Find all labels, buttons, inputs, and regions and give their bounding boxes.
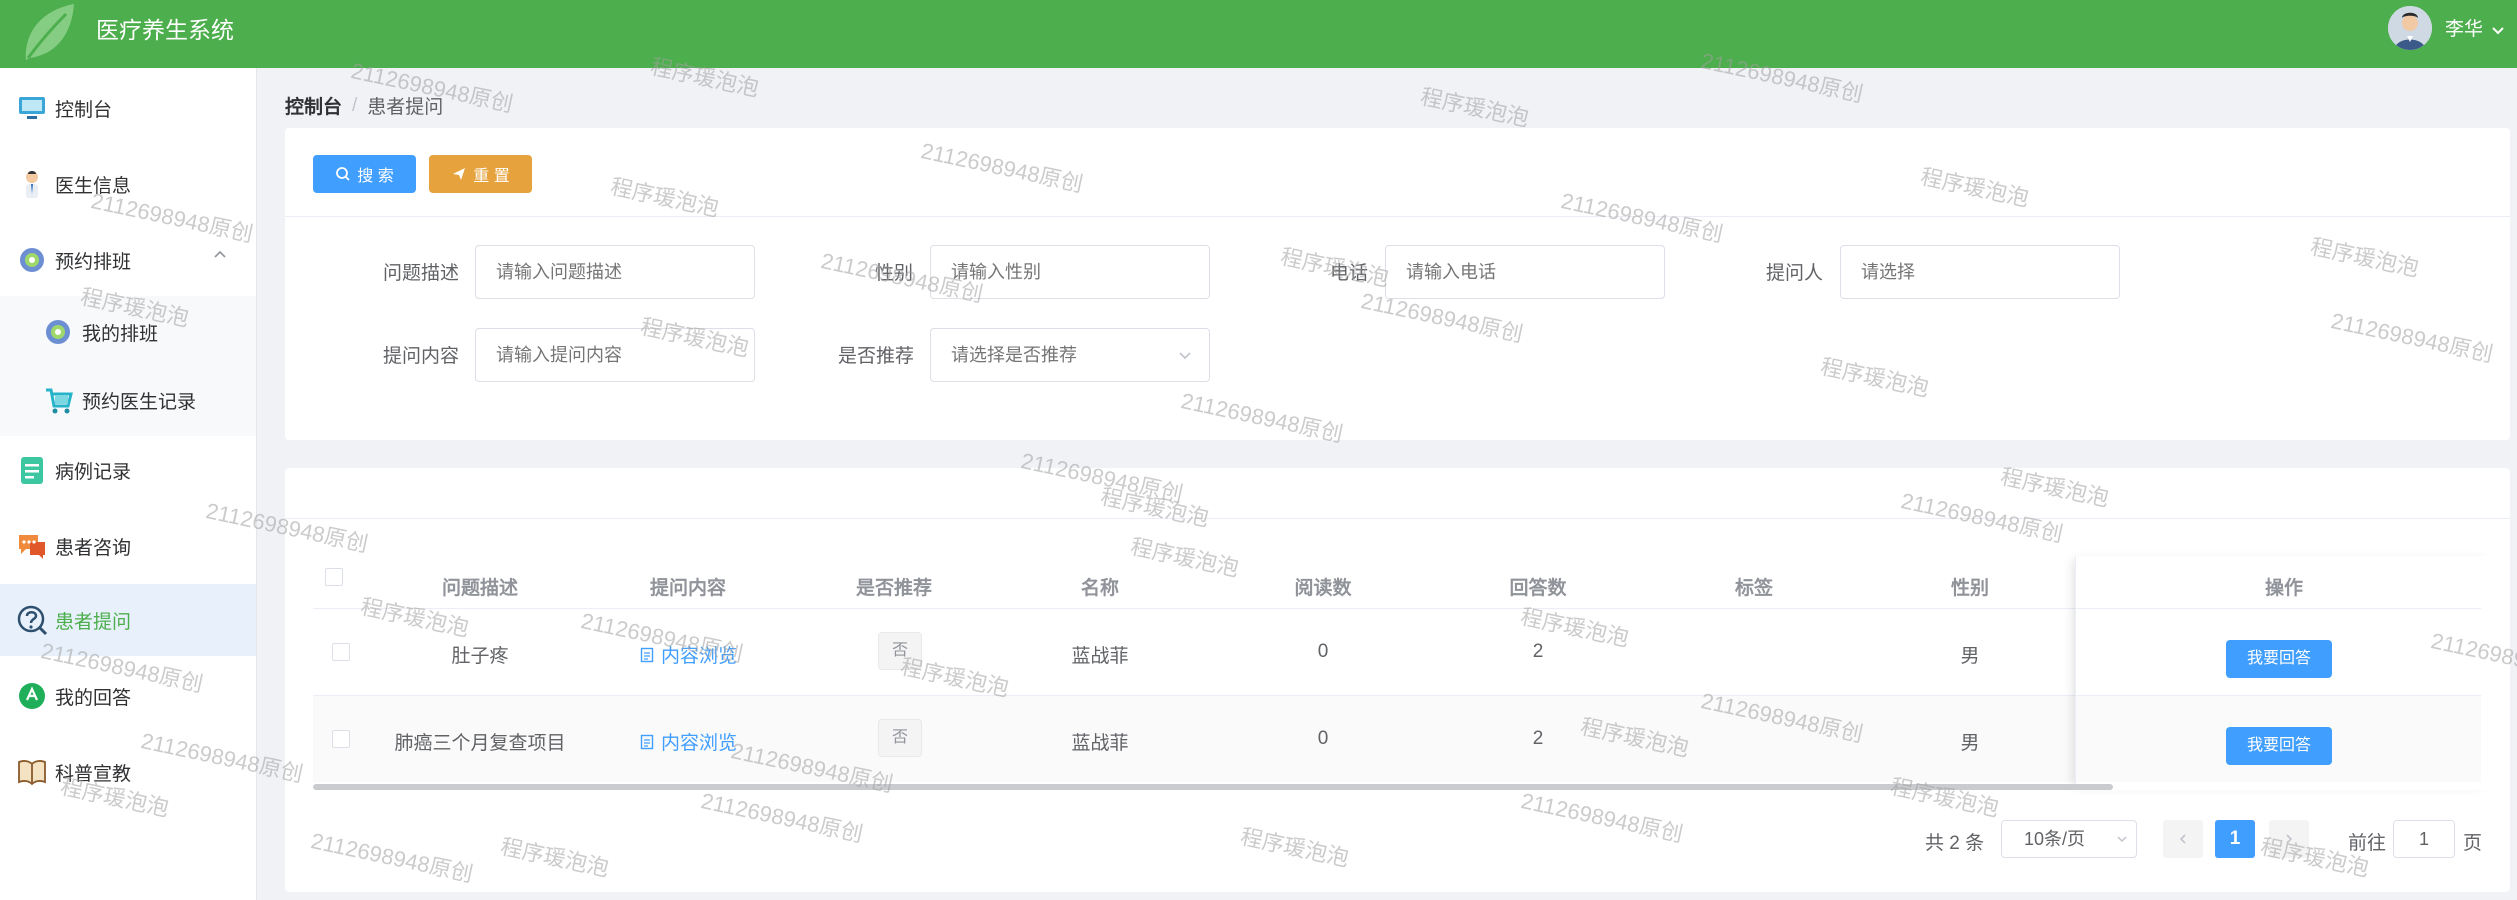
chevron-up-icon[interactable]	[212, 246, 228, 262]
breadcrumb-home[interactable]: 控制台	[285, 92, 342, 119]
chevron-down-icon[interactable]	[2115, 832, 2129, 846]
breadcrumb: 控制台 / 患者提问	[285, 92, 443, 119]
sidebar-item-my-schedule[interactable]: 我的排班	[0, 296, 256, 368]
page-unit-label: 页	[2463, 833, 2483, 854]
asker-label: 提问人	[1766, 263, 1824, 284]
recommended-label: 是否推荐	[838, 346, 915, 367]
gear-icon	[46, 320, 70, 344]
content-view-link[interactable]: 内容浏览	[585, 728, 791, 755]
sidebar-item-label: 预约医生记录	[82, 391, 197, 413]
chat-icon	[19, 535, 45, 559]
cell-answers: 2	[1532, 641, 1544, 662]
sidebar-item-label: 患者咨询	[55, 537, 132, 559]
content-view-link[interactable]: 内容浏览	[585, 641, 791, 668]
book-icon	[18, 760, 46, 786]
sidebar-item-label: 医生信息	[55, 175, 132, 197]
goto-page-input[interactable]: 1	[2393, 820, 2455, 858]
cell-question-desc: 肺癌三个月复查项目	[394, 733, 566, 754]
row-checkbox[interactable]	[332, 730, 350, 748]
cell-gender: 男	[1960, 646, 1980, 667]
sidebar-item-my-answers[interactable]: 我的回答	[0, 660, 256, 732]
sidebar-item-label: 患者提问	[55, 611, 132, 633]
breadcrumb-current: 患者提问	[367, 97, 444, 118]
answer-icon	[19, 683, 45, 709]
search-button-label: 搜 索	[357, 168, 394, 185]
cell-reads: 0	[1317, 728, 1329, 749]
table-panel: 问题描述 提问内容 是否推荐 名称 阅读数 回答数 标签 性别 操作 肚子疼 内…	[285, 468, 2510, 892]
document-icon	[640, 647, 654, 662]
send-icon	[453, 168, 466, 180]
watermark-text: 程序瑗泡泡	[1418, 83, 1532, 132]
avatar-person-icon	[2388, 6, 2432, 50]
recommended-select[interactable]	[930, 328, 1210, 382]
row-checkbox[interactable]	[332, 643, 350, 661]
search-button[interactable]: 搜 索	[313, 155, 416, 193]
sidebar-item-doctor-info[interactable]: 医生信息	[0, 148, 256, 220]
question-content-input[interactable]	[475, 328, 755, 382]
sidebar-item-label: 我的回答	[55, 687, 132, 709]
top-header: 医疗养生系统 李华	[0, 0, 2517, 68]
sidebar-item-label: 科普宣教	[55, 763, 132, 785]
gear-icon	[20, 248, 44, 272]
monitor-icon	[19, 97, 45, 119]
chevron-left-icon	[2179, 834, 2186, 844]
reset-button-label: 重 置	[473, 168, 510, 185]
sidebar-item-label: 控制台	[55, 99, 113, 121]
sidebar-item-patient-questions[interactable]: 患者提问	[0, 584, 256, 656]
cart-icon	[46, 388, 73, 414]
question-icon	[17, 605, 48, 636]
sidebar-item-patient-consult[interactable]: 患者咨询	[0, 510, 256, 582]
phone-label: 电话	[1330, 263, 1369, 284]
question-desc-input[interactable]	[475, 245, 755, 299]
search-icon	[336, 167, 350, 181]
phone-input[interactable]	[1385, 245, 1665, 299]
sidebar-item-label: 病例记录	[55, 461, 132, 483]
cell-question-desc: 肚子疼	[451, 646, 509, 667]
document-icon	[21, 457, 43, 484]
user-avatar[interactable]	[2388, 6, 2432, 50]
page-number-button[interactable]: 1	[2215, 820, 2255, 858]
reset-button[interactable]: 重 置	[429, 155, 532, 193]
question-content-label: 提问内容	[383, 346, 460, 367]
app-title: 医疗养生系统	[96, 17, 234, 43]
asker-select[interactable]	[1840, 245, 2120, 299]
recommended-tag: 否	[878, 632, 922, 670]
fixed-action-column	[2075, 556, 2493, 790]
cell-gender: 男	[1960, 733, 1980, 754]
chevron-down-icon[interactable]	[2490, 22, 2506, 38]
pagination-total: 共 2 条	[1925, 833, 1985, 854]
gender-input[interactable]	[930, 245, 1210, 299]
sidebar-item-label: 预约排班	[55, 251, 132, 273]
divider	[285, 216, 2510, 217]
horizontal-scrollbar[interactable]	[313, 784, 2113, 790]
doctor-icon	[26, 171, 38, 198]
cell-reads: 0	[1317, 641, 1329, 662]
sidebar-item-appointment-records[interactable]: 预约医生记录	[0, 364, 256, 436]
divider	[285, 518, 2510, 519]
sidebar: 控制台 医生信息 预约排班 我的排班 预约医生记录 病例记录 患者咨询 患者提问…	[0, 68, 257, 900]
sidebar-item-medical-records[interactable]: 病例记录	[0, 434, 256, 506]
document-icon	[640, 734, 654, 749]
recommended-tag: 否	[878, 719, 922, 757]
cell-name: 蓝战菲	[1071, 733, 1129, 754]
chevron-right-icon	[2286, 834, 2293, 844]
sidebar-item-label: 我的排班	[82, 323, 159, 345]
content-view-label: 内容浏览	[660, 733, 737, 754]
sidebar-item-dashboard[interactable]: 控制台	[0, 72, 256, 144]
gender-label: 性别	[875, 263, 914, 284]
question-desc-label: 问题描述	[383, 263, 460, 284]
leaf-logo-icon	[25, 4, 74, 60]
cell-answers: 2	[1532, 728, 1544, 749]
prev-page-button[interactable]	[2163, 820, 2203, 858]
cell-name: 蓝战菲	[1071, 646, 1129, 667]
content-view-label: 内容浏览	[660, 646, 737, 667]
breadcrumb-separator: /	[352, 94, 358, 116]
select-all-checkbox[interactable]	[325, 568, 343, 586]
chevron-down-icon[interactable]	[1177, 347, 1193, 363]
next-page-button[interactable]	[2269, 820, 2309, 858]
search-panel: 搜 索 重 置 问题描述 性别 电话 提问人 提问内容 是否推荐	[285, 128, 2510, 440]
sidebar-item-health-education[interactable]: 科普宣教	[0, 736, 256, 808]
user-name[interactable]: 李华	[2445, 0, 2483, 60]
goto-label: 前往	[2348, 833, 2387, 854]
